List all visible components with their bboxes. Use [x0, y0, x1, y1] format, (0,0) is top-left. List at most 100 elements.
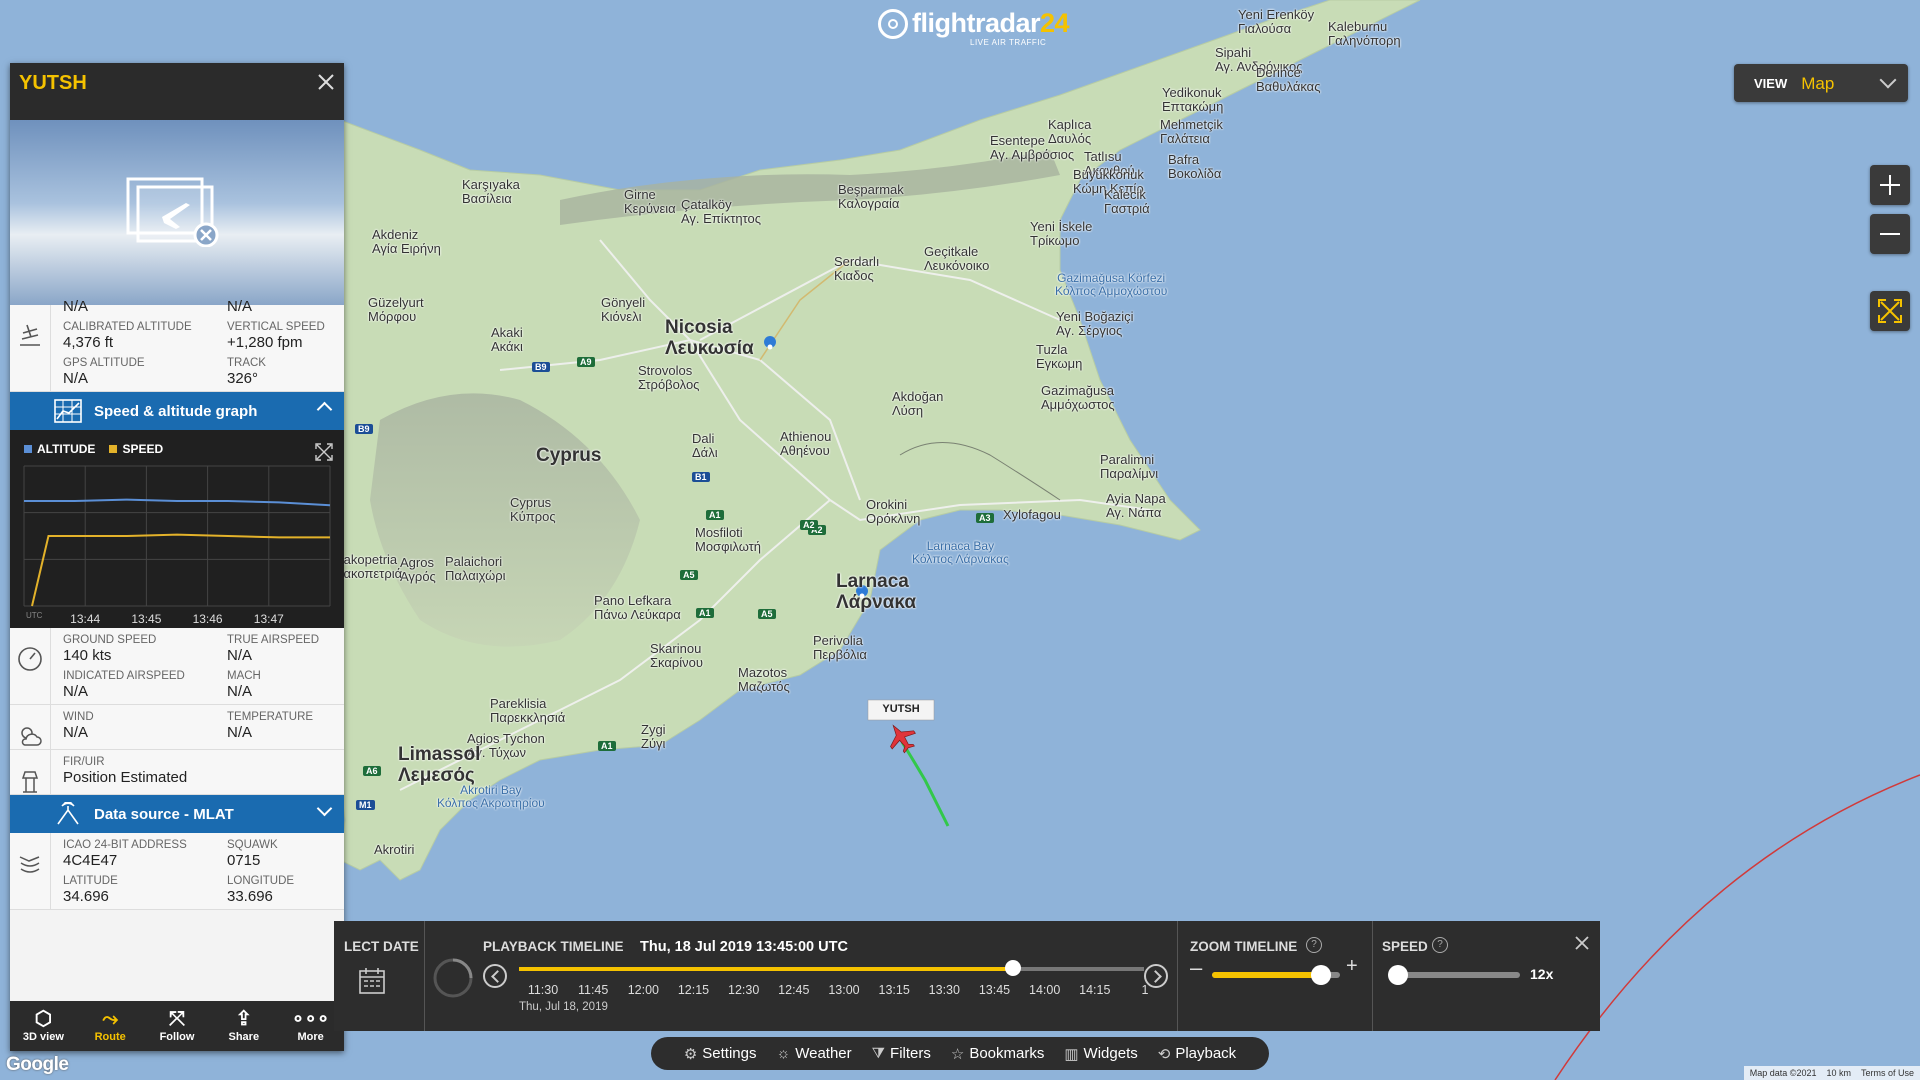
share-icon: ⇪ — [235, 1008, 253, 1030]
place-label: Perivolia Περβόλια — [813, 633, 867, 663]
speedometer-icon — [18, 647, 42, 671]
view-label: VIEW — [1754, 75, 1788, 91]
control-tower-icon — [21, 771, 39, 793]
tab-follow[interactable]: ⤧ Follow — [144, 1001, 211, 1051]
zoom-timeline-handle[interactable] — [1310, 965, 1331, 985]
panel-header: YUTSH — [10, 63, 344, 120]
chevron-up-icon — [316, 401, 333, 418]
place-label: Tuzla Εγκωμη — [1036, 342, 1083, 372]
zoom-in-button[interactable] — [1870, 165, 1910, 205]
terms-link[interactable]: Terms of Use — [1861, 1068, 1914, 1078]
tab-share[interactable]: ⇪ Share — [210, 1001, 277, 1051]
close-panel-button[interactable] — [317, 71, 335, 97]
fullscreen-button[interactable] — [1870, 291, 1910, 331]
timeline-tick: 13:15 — [878, 983, 910, 997]
google-logo: Google — [6, 1054, 69, 1075]
speed-altitude-chart: ALTITUDE SPEED 13:44 13:45 13:46 13:47 UTC — [10, 430, 344, 628]
gps-altitude-value: N/A — [63, 370, 89, 387]
road-shield: B9 — [355, 424, 373, 434]
place-label: Kalecik Γαστριά — [1104, 187, 1150, 217]
place-label: Skarinou Σκαρίνου — [650, 641, 704, 671]
calibrated-altitude-value: 4,376 ft — [63, 334, 114, 351]
mach-value: N/A — [227, 683, 253, 700]
x-tick-label: 13:47 — [254, 612, 284, 626]
road-shield: B9 — [532, 362, 550, 372]
place-label: Yeni İskele Τρίκωμο — [1030, 219, 1093, 249]
place-label: Beşparmak Καλογραία — [838, 182, 904, 212]
speed-label: SPEED — [1382, 939, 1428, 954]
vertical-speed-value: +1,280 fpm — [227, 334, 303, 351]
expand-icon — [1878, 299, 1902, 323]
place-label: Kakopetria Κακοπετριά — [335, 552, 403, 582]
calendar-icon[interactable] — [358, 967, 386, 995]
menu-playback[interactable]: ⟲ Playback — [1158, 1045, 1236, 1063]
tab-3d-view[interactable]: ⬡ 3D view — [10, 1001, 77, 1051]
zoom-out-button[interactable] — [1870, 214, 1910, 254]
speed-slider[interactable] — [1392, 972, 1520, 978]
zoom-timeline-minus-button[interactable]: – — [1190, 955, 1202, 981]
close-icon[interactable] — [1574, 935, 1590, 951]
fir-value: Position Estimated — [63, 769, 188, 786]
timeline-tick: 11:45 — [577, 983, 609, 997]
history-icon: ⟲ — [1157, 1045, 1171, 1063]
brand-tagline: LIVE AIR TRAFFIC — [970, 38, 1047, 47]
timeline-handle[interactable] — [1005, 960, 1022, 976]
aircraft-callsign-label[interactable]: YUTSH — [868, 703, 934, 715]
view-selector[interactable]: VIEW Map — [1734, 64, 1908, 102]
menu-settings[interactable]: ⚙ Settings — [684, 1045, 757, 1063]
place-label: Mehmetçik Γαλάτεια — [1160, 117, 1223, 147]
zoom-timeline-plus-button[interactable]: + — [1346, 955, 1358, 978]
speed-altitude-graph-header[interactable]: Speed & altitude graph — [10, 392, 344, 430]
fir-row: FIR/UIR Position Estimated — [10, 750, 344, 795]
map-attribution: Map data ©2021 10 km Terms of Use — [1743, 1066, 1920, 1080]
series-altitude-line — [24, 498, 331, 507]
series-speed-line — [31, 533, 330, 607]
chevron-down-icon — [1879, 71, 1897, 89]
star-icon: ☆ — [950, 1045, 965, 1063]
help-icon[interactable]: ? — [1432, 937, 1448, 953]
timeline-prev-button[interactable] — [483, 964, 507, 988]
data-source-header[interactable]: Data source - MLAT — [10, 795, 344, 833]
flightradar24-logo: flightradar24 LIVE AIR TRAFFIC — [878, 8, 1070, 47]
place-label: Girne Κερύνεια — [624, 187, 676, 217]
antenna-icon — [57, 802, 79, 825]
place-label: Nicosia Λευκωσία — [665, 317, 754, 359]
cube-icon: ⬡ — [34, 1008, 53, 1030]
weather-icon: ☼ — [776, 1045, 791, 1062]
menu-filters[interactable]: ⧩ Filters — [872, 1045, 931, 1062]
place-label: Akrotiri — [374, 842, 415, 857]
timeline-track[interactable] — [519, 960, 1144, 976]
place-label: Strovolos Στρόβολος — [638, 363, 700, 393]
chart-plot: 13:44 13:45 13:46 13:47 UTC — [23, 465, 331, 626]
zoom-timeline-fill — [1212, 972, 1321, 978]
timeline-next-button[interactable] — [1144, 964, 1168, 988]
close-icon — [318, 74, 334, 90]
place-label: Akdeniz Αγία Ειρήνη — [372, 227, 441, 257]
menu-weather[interactable]: ☼ Weather — [776, 1045, 851, 1062]
menu-widgets[interactable]: ▥ Widgets — [1064, 1045, 1137, 1063]
road-shield: A9 — [577, 357, 595, 367]
icao-address-value: 4C4E47 — [63, 852, 118, 869]
place-label: Gazimağusa Αμμόχωστος — [1041, 383, 1115, 413]
playback-timeline-label: PLAYBACK TIMELINE — [483, 939, 624, 954]
timeline-tick: 12:00 — [627, 983, 659, 997]
menu-bookmarks[interactable]: ☆ Bookmarks — [951, 1045, 1044, 1063]
timeline-date: Thu, Jul 18, 2019 — [519, 1001, 608, 1013]
tab-route[interactable]: ⤳ Route — [77, 1001, 144, 1051]
place-label: Geçitkale Λευκόνοικο — [924, 244, 990, 274]
road-shield: A5 — [758, 609, 776, 619]
temperature-value: N/A — [227, 724, 253, 741]
place-label: Yeni Boğaziçi Αγ. Σέργιος — [1056, 309, 1134, 339]
place-label: Gazimağusa Körfezi Κόλπος Αμμοχώστου — [1055, 271, 1168, 299]
altitude-row: N/A N/A CALIBRATED ALTITUDE 4,376 ft VERT… — [10, 298, 344, 392]
indicated-airspeed-value: N/A — [63, 683, 89, 700]
datasource-row: ICAO 24-BIT ADDRESS 4C4E47 SQUAWK 0715 LAT… — [10, 833, 344, 910]
filter-icon: ⧩ — [871, 1045, 886, 1062]
widgets-icon: ▥ — [1064, 1045, 1079, 1063]
timeline-tick: 11:30 — [527, 983, 559, 997]
help-icon[interactable]: ? — [1306, 937, 1322, 953]
x-tick-label: 13:46 — [193, 612, 223, 626]
place-label: Akrotiri Bay Κόλπος Ακρωτηρίου — [437, 783, 545, 811]
speed-handle[interactable] — [1388, 965, 1408, 985]
place-label: Mazotos Μαζωτός — [738, 665, 790, 695]
